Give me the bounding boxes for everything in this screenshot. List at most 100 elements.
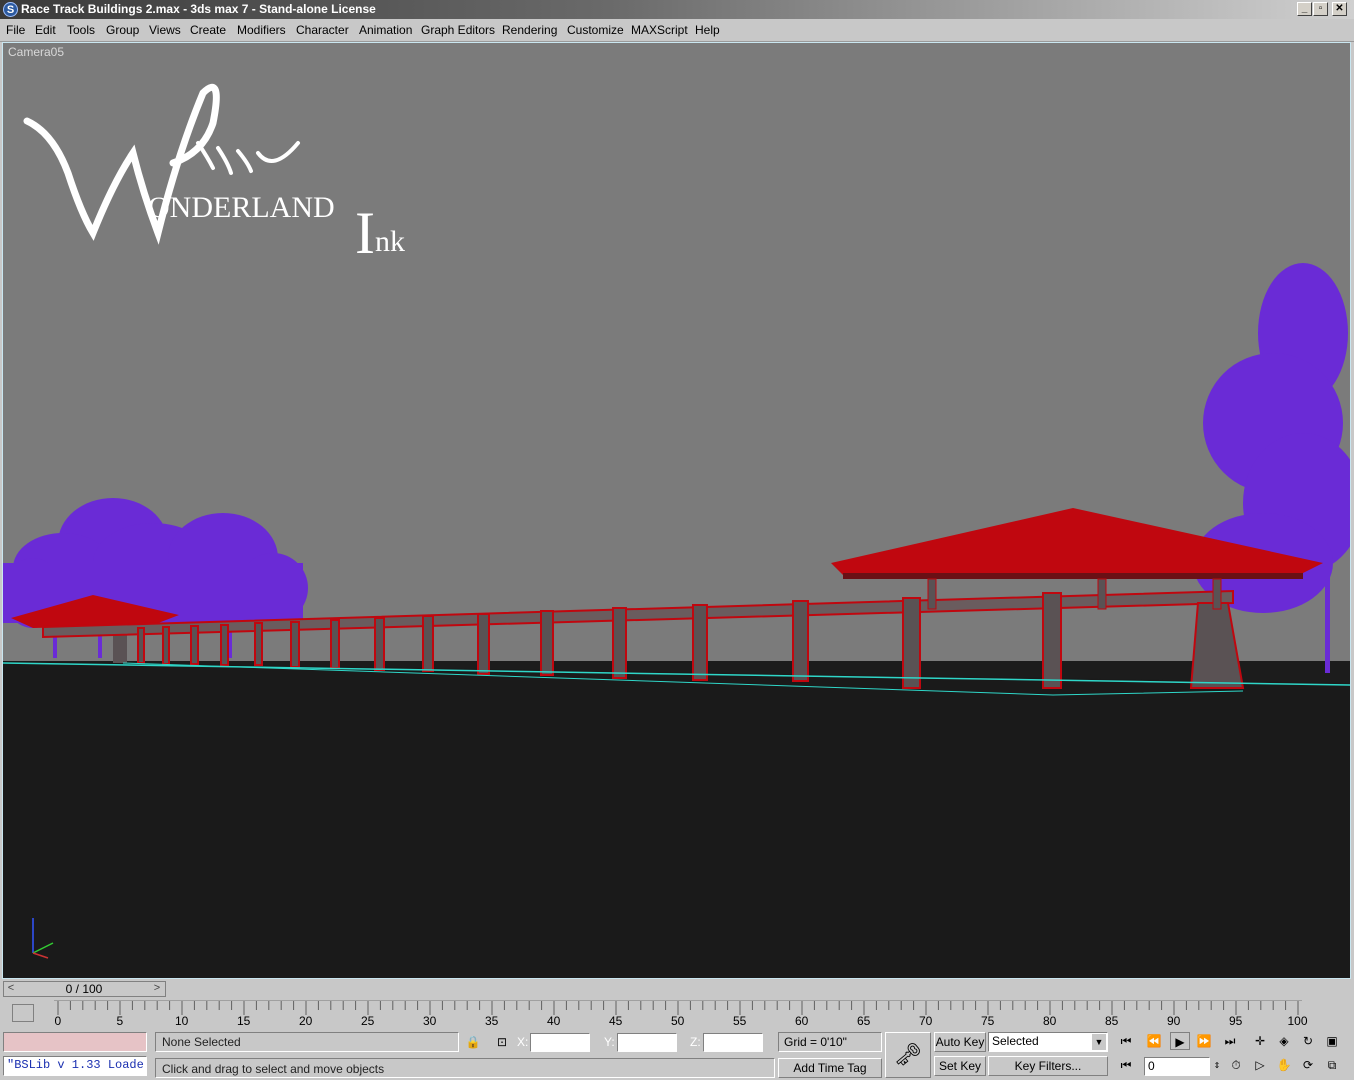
key-mode-dropdown[interactable]: Selected ▼ <box>988 1032 1108 1052</box>
status-bar: "BSLib v 1.33 Loade None Selected Click … <box>0 1028 1354 1080</box>
add-time-tag-button[interactable]: Add Time Tag <box>778 1058 882 1078</box>
ruler-label: 60 <box>795 1014 809 1028</box>
menu-maxscript[interactable]: MAXScript <box>631 23 688 37</box>
pan-hand-icon[interactable]: ✋ <box>1274 1056 1294 1074</box>
ruler-label: 15 <box>237 1014 251 1028</box>
time-next-icon[interactable]: > <box>150 982 164 996</box>
selection-status: None Selected <box>162 1035 241 1049</box>
menu-views[interactable]: Views <box>149 23 181 37</box>
window-title: Race Track Buildings 2.max - 3ds max 7 -… <box>21 2 376 16</box>
go-to-end-icon[interactable]: ⏭ <box>1220 1032 1240 1050</box>
zoom-icon[interactable]: ✛ <box>1250 1032 1270 1050</box>
menu-tools[interactable]: Tools <box>67 23 95 37</box>
maximize-viewport-icon[interactable]: ▣ <box>1322 1032 1342 1050</box>
current-frame-field[interactable]: 0 <box>1144 1057 1210 1076</box>
dolly-camera-icon[interactable]: ▷ <box>1250 1056 1270 1074</box>
curve-editor-icon[interactable] <box>12 1004 34 1022</box>
menu-customize[interactable]: Customize <box>567 23 624 37</box>
ruler-label: 50 <box>671 1014 685 1028</box>
ruler-label: 5 <box>116 1014 124 1028</box>
ground-plane <box>3 661 1350 978</box>
z-coordinate-field[interactable] <box>703 1033 763 1052</box>
ruler-label: 70 <box>919 1014 933 1028</box>
key-mode-toggle-icon[interactable]: ⏮ <box>1116 1056 1136 1074</box>
ruler-label: 40 <box>547 1014 561 1028</box>
ruler-label: 65 <box>857 1014 871 1028</box>
menu-graph-editors[interactable]: Graph Editors <box>421 23 495 37</box>
ruler-label: 0 <box>54 1014 62 1028</box>
ruler-label: 85 <box>1105 1014 1119 1028</box>
orbit-camera-icon[interactable]: ↻ <box>1298 1032 1318 1050</box>
play-icon[interactable]: ▶ <box>1170 1032 1190 1050</box>
ruler-label: 95 <box>1229 1014 1243 1028</box>
absolute-mode-icon[interactable]: ⊡ <box>492 1033 512 1051</box>
menu-edit[interactable]: Edit <box>35 23 56 37</box>
viewport-scene: ONDERLAND I nk <box>3 43 1350 978</box>
ruler-label: 80 <box>1043 1014 1057 1028</box>
menu-bar: File Edit Tools Group Views Create Modif… <box>0 19 1354 42</box>
minimize-button[interactable]: _ <box>1297 2 1312 16</box>
right-pavilion-eave <box>843 573 1303 579</box>
maxscript-mini-listener-pink[interactable] <box>3 1032 147 1052</box>
auto-key-button[interactable]: Auto Key <box>934 1032 986 1052</box>
logo-text-onderland: ONDERLAND <box>148 191 335 224</box>
ruler-label: 35 <box>485 1014 499 1028</box>
prompt-panel: Click and drag to select and move object… <box>155 1058 775 1078</box>
roll-camera-icon[interactable]: ⟳ <box>1298 1056 1318 1074</box>
key-mode-value: Selected <box>992 1034 1039 1048</box>
maxscript-listener-output[interactable]: "BSLib v 1.33 Loade <box>3 1056 147 1076</box>
app-logo-icon[interactable]: S <box>3 2 18 17</box>
time-prev-icon[interactable]: < <box>4 982 18 996</box>
chevron-down-icon[interactable]: ▼ <box>1092 1034 1106 1050</box>
key-filters-button[interactable]: Key Filters... <box>988 1056 1108 1076</box>
min-max-toggle-icon[interactable]: ⧉ <box>1322 1056 1342 1074</box>
selection-status-panel: None Selected <box>155 1032 459 1052</box>
next-frame-icon[interactable]: ⏩ <box>1194 1032 1214 1050</box>
viewport-label[interactable]: Camera05 <box>8 45 64 59</box>
prompt-text: Click and drag to select and move object… <box>162 1062 385 1076</box>
menu-file[interactable]: File <box>6 23 25 37</box>
camera-viewport[interactable]: ONDERLAND I nk Camera05 <box>2 42 1351 979</box>
time-slider-bar: < 0 / 100 > <box>0 980 1354 1000</box>
go-to-start-icon[interactable]: ⏮ <box>1116 1032 1136 1050</box>
ruler-label: 75 <box>981 1014 995 1028</box>
z-label: Z: <box>690 1035 701 1049</box>
ruler-label: 20 <box>299 1014 313 1028</box>
menu-rendering[interactable]: Rendering <box>502 23 557 37</box>
grid-size: Grid = 0'10" <box>784 1035 847 1049</box>
ruler-ticks <box>57 1001 1299 1015</box>
time-slider[interactable]: < 0 / 100 > <box>3 981 166 997</box>
grid-panel: Grid = 0'10" <box>778 1032 882 1052</box>
menu-help[interactable]: Help <box>695 23 720 37</box>
menu-animation[interactable]: Animation <box>359 23 412 37</box>
ruler-label: 55 <box>733 1014 747 1028</box>
key-icon: 🗝 <box>894 1042 922 1067</box>
previous-frame-icon[interactable]: ⏪ <box>1144 1032 1164 1050</box>
menu-modifiers[interactable]: Modifiers <box>237 23 286 37</box>
frame-ruler[interactable]: 0 5 10 15 20 25 30 35 40 45 50 55 60 65 70 75 80 85 90 95 10… <box>54 1000 1308 1028</box>
ruler-label: 25 <box>361 1014 375 1028</box>
x-label: X: <box>517 1035 529 1049</box>
restore-button[interactable]: ▫ <box>1313 2 1328 16</box>
ruler-label: 100 <box>1287 1014 1308 1028</box>
frame-spinner-icon[interactable]: ⇕ <box>1212 1057 1222 1075</box>
x-coordinate-field[interactable] <box>530 1033 590 1052</box>
set-key-button[interactable]: Set Key <box>934 1056 986 1076</box>
y-coordinate-field[interactable] <box>617 1033 677 1052</box>
y-label: Y: <box>604 1035 615 1049</box>
menu-group[interactable]: Group <box>106 23 139 37</box>
set-key-big-button[interactable]: 🗝 <box>885 1032 931 1078</box>
ruler-label: 10 <box>175 1014 189 1028</box>
track-bar[interactable]: 0 5 10 15 20 25 30 35 40 45 50 55 60 65 70 75 80 85 90 95 10… <box>0 1000 1354 1028</box>
logo-text-nk: nk <box>375 225 405 258</box>
field-of-view-icon[interactable]: ◈ <box>1274 1032 1294 1050</box>
time-slider-thumb[interactable]: 0 / 100 <box>19 982 149 996</box>
close-button[interactable]: ✕ <box>1332 2 1347 16</box>
lock-selection-icon[interactable]: 🔒 <box>463 1033 483 1051</box>
title-bar: S Race Track Buildings 2.max - 3ds max 7… <box>0 0 1354 19</box>
time-configuration-icon[interactable]: ⏱ <box>1226 1056 1246 1074</box>
menu-create[interactable]: Create <box>190 23 226 37</box>
ruler-label: 90 <box>1167 1014 1181 1028</box>
logo-text-big-i: I <box>355 200 375 266</box>
menu-character[interactable]: Character <box>296 23 349 37</box>
